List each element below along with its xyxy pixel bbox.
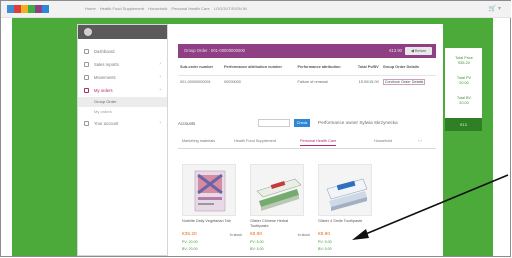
product-price: €35.20 <box>182 232 197 237</box>
summary-total-bv: Total BV 20.00 <box>448 96 480 105</box>
account-filter-row: Accounts Check Performance owner Sylwia … <box>178 116 436 130</box>
breadcrumb-household[interactable]: Household <box>148 6 167 11</box>
sidebar-item-sales-reports[interactable]: Sales reports › <box>78 58 167 71</box>
top-icon-group: 🛒 ▾ <box>489 5 501 12</box>
return-button[interactable]: ◀ Return <box>405 47 432 55</box>
dashboard-icon <box>84 49 89 54</box>
chevron-right-icon: › <box>159 120 161 126</box>
sidebar-item-label: Your account <box>94 121 119 126</box>
product-pv: PV: 5.00 <box>318 240 332 244</box>
sidebar-item-label: My orders <box>94 88 113 93</box>
breadcrumb-logout[interactable]: LOGOUT/SIGN IN <box>214 6 247 11</box>
category-tabs: Marketing materials Health Food Suppleme… <box>178 136 436 149</box>
product-pv: PV: 20.00 <box>182 240 198 244</box>
product-grid: Nutrilite Daily Vegetarian Tab €35.20 In… <box>178 164 436 254</box>
breadcrumb-health-food[interactable]: Health Food Supplement <box>100 6 144 11</box>
col-total: Total Pv/BV <box>357 65 379 69</box>
product-pv: PV: 5.00 <box>250 240 264 244</box>
sidebar-subitem-group-order[interactable]: Group Order <box>78 97 167 107</box>
sidebar-nav: Dashboard Sales reports › Movements › My… <box>77 24 168 256</box>
product-image[interactable] <box>250 164 304 216</box>
breadcrumb-personal-care[interactable]: Personal Health Care <box>171 6 209 11</box>
top-bar: Home Health Food Supplement Household Pe… <box>1 1 511 18</box>
chevron-down-icon: › <box>159 87 161 93</box>
product-bv: BV: 20.00 <box>182 247 198 251</box>
performance-owner-text: Performance owner Sylwia Skrzynecka <box>318 120 398 125</box>
summary-value: €35.20 <box>458 60 470 65</box>
stock-status: In stock <box>229 233 242 237</box>
col-attribution-number: Performance attribution number <box>224 65 283 69</box>
order-amount: €13.90 <box>389 48 402 53</box>
summary-value: 20.00 <box>459 80 469 85</box>
product-card[interactable]: Nutrilite Daily Vegetarian Tab €35.20 In… <box>182 164 242 256</box>
product-price: €8.90 <box>250 232 263 237</box>
report-icon <box>84 62 89 67</box>
chevron-right-icon: › <box>159 61 161 67</box>
tab-personal-health-care[interactable]: Personal Health Care <box>300 139 337 146</box>
breadcrumb-home[interactable]: Home <box>85 6 96 11</box>
tab-marketing-materials[interactable]: Marketing materials <box>182 139 215 143</box>
cell-total: 15.00/15.00 <box>351 75 381 87</box>
stock-status: In stock <box>297 233 310 237</box>
sidebar-item-label: Sales reports <box>94 62 119 67</box>
cart-icon[interactable]: 🛒 <box>489 6 496 12</box>
product-image[interactable] <box>182 164 236 216</box>
tab-household[interactable]: Household <box>374 139 392 143</box>
cell-attribution: Failure of renewal <box>295 75 352 87</box>
product-bv: BV: 5.00 <box>250 247 264 251</box>
sidebar-item-label: Movements <box>94 75 116 80</box>
summary-total-button[interactable]: €13 <box>445 118 482 131</box>
summary-value: 20.00 <box>459 100 469 105</box>
avatar[interactable] <box>84 28 92 36</box>
sidebar-item-your-account[interactable]: Your account › <box>78 117 167 130</box>
product-image[interactable] <box>318 164 372 216</box>
brand-logo[interactable] <box>7 5 49 13</box>
order-details-link[interactable]: Continue Order Details <box>382 78 426 85</box>
sidebar-header <box>78 25 167 39</box>
product-name[interactable]: Nutrilite Daily Vegetarian Tab <box>182 219 236 224</box>
tab-health-food[interactable]: Health Food Supplement <box>234 139 276 143</box>
table-row: 001-00000000001 00000000 Failure of rene… <box>178 75 436 87</box>
cell-details: Continue Order Details <box>380 75 436 87</box>
sidebar-item-dashboard[interactable]: Dashboard <box>78 45 167 58</box>
user-icon[interactable]: ▾ <box>498 6 501 12</box>
table-header-row: Sub-order number Performance attribution… <box>178 59 436 76</box>
breadcrumb: Home Health Food Supplement Household Pe… <box>85 6 250 11</box>
summary-total-price: Total Price €35.20 <box>448 56 480 65</box>
product-name[interactable]: Glister Chinese Herbal Toothpaste <box>250 219 304 228</box>
sidebar-item-label: Dashboard <box>94 49 115 54</box>
accounts-label: Accounts <box>178 121 196 126</box>
order-summary-panel: Total Price €35.20 Total PV 20.00 Total … <box>445 48 482 131</box>
product-card[interactable]: Glister 4 Smile Toothpaste €8.90 PV: 5.0… <box>318 164 372 256</box>
cell-suborder-number: 001-00000000001 <box>178 75 222 87</box>
col-details: Group Order Details <box>382 65 419 69</box>
page-title: Group Order : 001-00000000000 <box>184 48 245 53</box>
transfer-icon <box>84 75 89 80</box>
col-suborder-number: Sub-order number <box>180 65 214 69</box>
cell-attribution-number: 00000000 <box>222 75 296 87</box>
product-bv: BV: 5.00 <box>318 247 332 251</box>
tab-scroll-arrows[interactable]: ‹ › <box>418 139 422 143</box>
sidebar-item-my-orders[interactable]: My orders › <box>78 84 167 97</box>
product-card[interactable]: Glister Chinese Herbal Toothpaste €8.90 … <box>250 164 310 256</box>
product-price: €8.90 <box>318 232 331 237</box>
summary-total-pv: Total PV 20.00 <box>448 76 480 85</box>
col-attribution: Performance attribution <box>297 65 341 69</box>
main-content: Group Order : 001-00000000000 €13.90 ◀ R… <box>168 24 443 256</box>
suborder-table: Sub-order number Performance attribution… <box>178 59 436 87</box>
account-search-input[interactable] <box>258 119 290 127</box>
check-button[interactable]: Check <box>294 119 310 127</box>
chevron-right-icon: › <box>159 74 161 80</box>
sidebar-subitem-my-orders[interactable]: My orders <box>78 107 167 117</box>
product-name[interactable]: Glister 4 Smile Toothpaste <box>318 219 372 224</box>
account-icon <box>84 121 89 126</box>
sidebar-item-movements[interactable]: Movements › <box>78 71 167 84</box>
orders-icon <box>84 88 89 93</box>
group-order-header: Group Order : 001-00000000000 €13.90 ◀ R… <box>178 44 436 58</box>
